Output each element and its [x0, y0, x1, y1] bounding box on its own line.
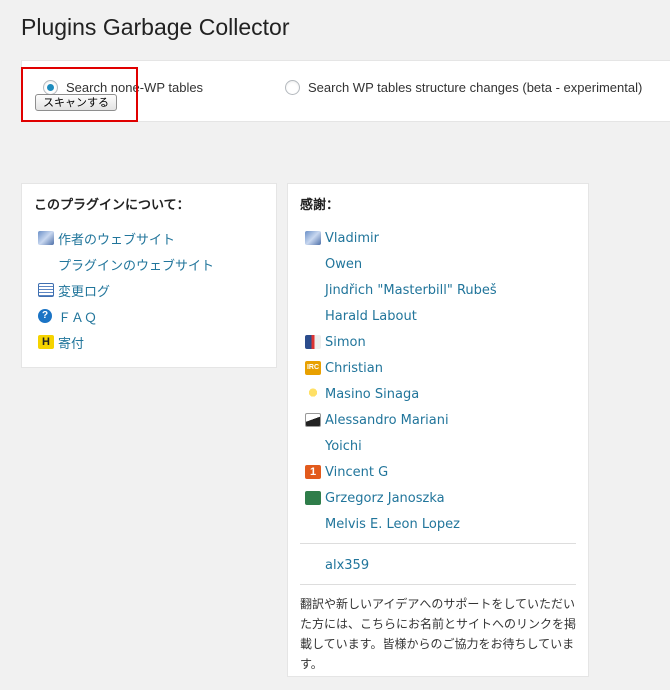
about-link-label[interactable]: ＦＡＱ: [58, 307, 97, 326]
thanks-divider-bottom: [300, 584, 576, 585]
about-link-plugin[interactable]: プラグインのウェブサイト: [38, 251, 214, 277]
person-link[interactable]: Melvis E. Leon Lopez: [325, 517, 460, 532]
person-link[interactable]: Masino Sinaga: [325, 387, 419, 402]
blank-icon: [305, 309, 321, 323]
thanks-person[interactable]: Yoichi: [305, 433, 497, 459]
about-link-label[interactable]: 変更ログ: [58, 281, 110, 300]
thanks-person[interactable]: Jindřich "Masterbill" Rubeš: [305, 277, 497, 303]
about-link-label[interactable]: プラグインのウェブサイト: [58, 255, 214, 274]
person-link[interactable]: Grzegorz Janoszka: [325, 491, 445, 506]
thanks-person[interactable]: Masino Sinaga: [305, 381, 497, 407]
blank-icon: [305, 439, 321, 453]
blank-icon: [305, 517, 321, 531]
grzegorz-icon: [305, 491, 321, 505]
site-icon: [305, 231, 321, 245]
about-link-faq[interactable]: ? ＦＡＱ: [38, 303, 214, 329]
number-one-icon: 1: [305, 465, 321, 479]
radio-selected-icon[interactable]: [43, 79, 58, 95]
bulb-icon: [305, 387, 321, 401]
person-link[interactable]: Alessandro Mariani: [325, 413, 449, 428]
simon-icon: [305, 335, 321, 349]
author-site-icon: [38, 231, 54, 245]
person-link[interactable]: Owen: [325, 257, 362, 272]
person-link[interactable]: Simon: [325, 335, 366, 350]
blank-icon: [38, 257, 54, 271]
thanks-panel: 感謝： Vladimir Owen Jindřich "Masterbill" …: [287, 183, 589, 677]
blank-icon: [305, 257, 321, 271]
about-link-donate[interactable]: H 寄付: [38, 329, 214, 355]
thanks-people-list: Vladimir Owen Jindřich "Masterbill" Rube…: [305, 225, 497, 537]
blank-icon: [305, 283, 321, 297]
person-link[interactable]: Christian: [325, 361, 383, 376]
thanks-person[interactable]: 1 Vincent G: [305, 459, 497, 485]
about-plugin-panel: このプラグインについて： 作者のウェブサイト プラグインのウェブサイト 変更ログ…: [21, 183, 277, 368]
about-link-author[interactable]: 作者のウェブサイト: [38, 225, 214, 251]
about-link-changelog[interactable]: 変更ログ: [38, 277, 214, 303]
christian-icon: IRC: [305, 361, 321, 375]
thanks-person[interactable]: Simon: [305, 329, 497, 355]
donate-icon: H: [38, 335, 54, 349]
faq-icon: ?: [38, 309, 52, 323]
radio-label-wp-structure: Search WP tables structure changes (beta…: [308, 79, 643, 95]
about-link-label[interactable]: 寄付: [58, 333, 84, 352]
thanks-divider-top: [300, 543, 576, 544]
alessandro-icon: [305, 413, 321, 427]
thanks-panel-title: 感謝：: [300, 198, 340, 213]
person-link[interactable]: Jindřich "Masterbill" Rubeš: [325, 283, 497, 298]
person-link[interactable]: Yoichi: [325, 439, 362, 454]
thanks-person[interactable]: Grzegorz Janoszka: [305, 485, 497, 511]
about-links-list: 作者のウェブサイト プラグインのウェブサイト 変更ログ ? ＦＡＱ H 寄付: [38, 225, 214, 355]
thanks-person[interactable]: Melvis E. Leon Lopez: [305, 511, 497, 537]
radio-label-none-wp: Search none-WP tables: [66, 79, 204, 95]
thanks-person[interactable]: Alessandro Mariani: [305, 407, 497, 433]
thanks-person[interactable]: Harald Labout: [305, 303, 497, 329]
person-link[interactable]: Vincent G: [325, 465, 388, 480]
radio-option-wp-structure[interactable]: Search WP tables structure changes (beta…: [285, 78, 642, 96]
about-panel-title: このプラグインについて：: [34, 198, 190, 213]
thanks-person[interactable]: Owen: [305, 251, 497, 277]
thanks-note: 翻訳や新しいアイデアへのサポートをしていただいた方には、こちらにお名前とサイトへ…: [300, 597, 577, 671]
about-link-label[interactable]: 作者のウェブサイト: [58, 229, 175, 248]
thanks-person[interactable]: Vladimir: [305, 225, 497, 251]
scan-button[interactable]: スキャンする: [35, 94, 117, 111]
person-link[interactable]: Harald Labout: [325, 309, 417, 324]
extra-person-link[interactable]: alx359: [325, 558, 369, 573]
thanks-extra[interactable]: alx359: [325, 557, 369, 573]
changelog-icon: [38, 283, 54, 297]
page-title: Plugins Garbage Collector: [21, 14, 290, 40]
thanks-person[interactable]: IRC Christian: [305, 355, 497, 381]
radio-unselected-icon[interactable]: [285, 79, 300, 95]
person-link[interactable]: Vladimir: [325, 231, 379, 246]
